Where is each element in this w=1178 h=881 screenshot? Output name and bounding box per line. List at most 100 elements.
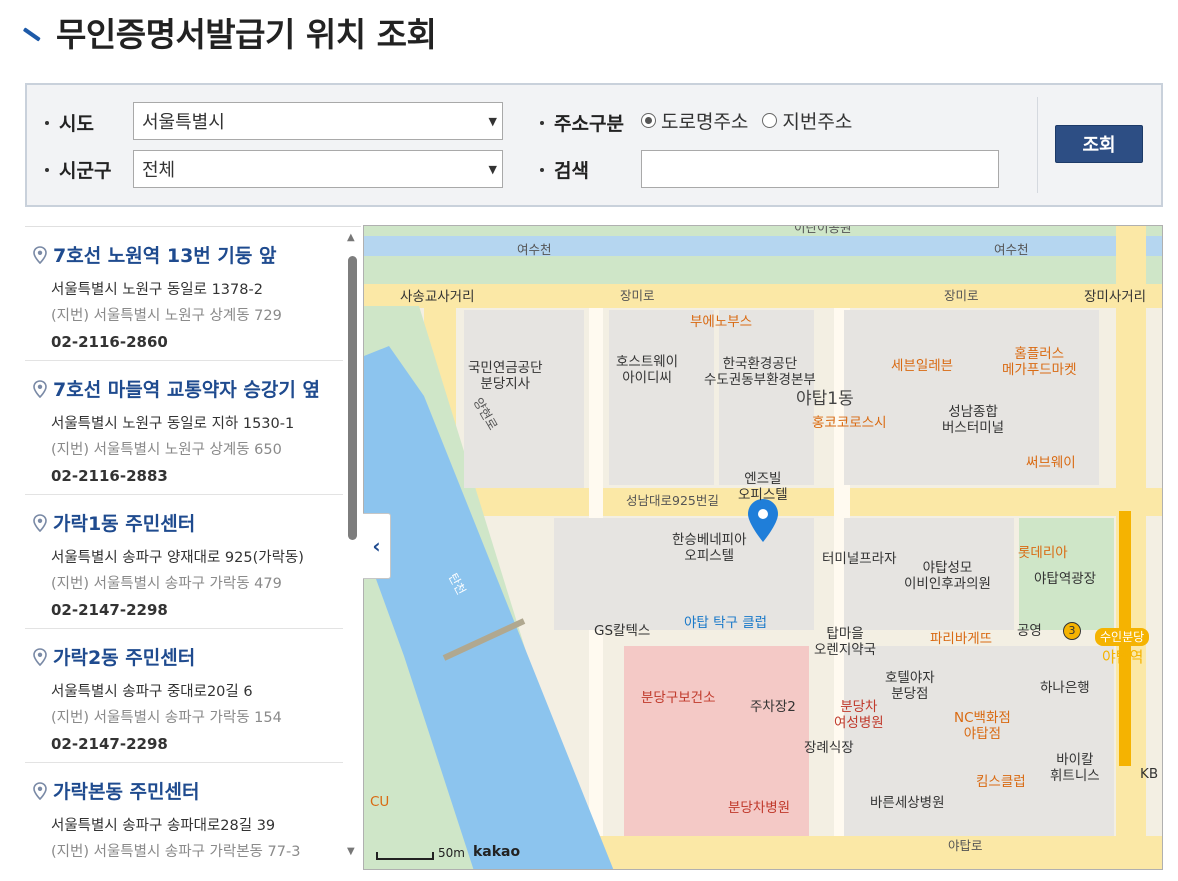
map-label: NC백화점 야탑점 xyxy=(954,710,1011,742)
item-jibun-address: (지번) 서울특별시 송파구 가락동 154 xyxy=(51,710,282,726)
map-label: 부에노부스 xyxy=(690,314,753,330)
search-input[interactable] xyxy=(641,150,999,188)
map-label: 공영 xyxy=(1017,623,1042,639)
map-label: 호텔야자 분당점 xyxy=(885,670,935,702)
map-label: 킴스클럽 xyxy=(976,774,1026,790)
sigungu-label: 시군구 xyxy=(45,156,111,183)
results-list: 7호선 노원역 13번 기둥 앞 서울특별시 노원구 동일로 1378-2 (지… xyxy=(25,226,361,869)
map-label: 수인분당 xyxy=(1095,628,1150,646)
location-pin-icon xyxy=(33,647,47,666)
location-pin-icon xyxy=(33,245,47,264)
map-label: 롯데리아 xyxy=(1018,545,1068,561)
line3-badge: 3 xyxy=(1063,622,1081,640)
dropdown-arrow-icon: ▼ xyxy=(488,115,497,128)
map-label: 바른세상병원 xyxy=(870,795,945,811)
page-header: 무인증명서발급기 위치 조회 xyxy=(24,8,437,56)
location-pin-icon xyxy=(33,379,47,398)
keyword-label: 검색 xyxy=(540,156,589,183)
item-title[interactable]: 가락본동 주민센터 xyxy=(33,777,343,804)
results-scrollbar[interactable]: ▲ ▼ xyxy=(345,232,359,862)
map-label: 국민연금공단 분당지사 xyxy=(468,360,543,392)
map-label: 여수천 xyxy=(517,242,552,257)
map-label: 야탑로 xyxy=(948,838,983,853)
map-label: 세븐일레븐 xyxy=(891,358,954,374)
map-label: 여수천 xyxy=(994,242,1029,257)
addr-type-label: 주소구분 xyxy=(540,109,624,136)
dropdown-arrow-icon: ▼ xyxy=(488,163,497,176)
item-road-address: 서울특별시 노원구 동일로 1378-2 xyxy=(51,282,263,298)
item-phone: 02-2147-2298 xyxy=(51,601,168,619)
item-jibun-address: (지번) 서울특별시 노원구 상계동 650 xyxy=(51,442,282,458)
list-item[interactable]: 7호선 노원역 13번 기둥 앞 서울특별시 노원구 동일로 1378-2 (지… xyxy=(25,227,343,361)
map-label: 이란이공원 xyxy=(794,225,852,235)
map-label: 야탑 탁구 클럽 xyxy=(684,615,768,631)
item-jibun-address: (지번) 서울특별시 노원구 상계동 729 xyxy=(51,308,282,324)
scale-label: 50m xyxy=(438,846,465,860)
map-label: 써브웨이 xyxy=(1026,455,1076,471)
map-label: 홍코코로스시 xyxy=(812,415,887,431)
map-label: 엔즈빌 오피스텔 xyxy=(738,471,788,503)
map-label: 야탑1동 xyxy=(796,389,854,409)
item-road-address: 서울특별시 송파구 송파대로28길 39 xyxy=(51,818,276,834)
sigungu-select[interactable]: 전체 ▼ xyxy=(133,150,503,188)
search-form: 시도 서울특별시 ▼ 시군구 전체 ▼ 주소구분 도로명주소 지번주소 검색 조회 xyxy=(25,83,1163,207)
map-label: 바이칼 휘트니스 xyxy=(1050,752,1100,784)
item-jibun-address: (지번) 서울특별시 송파구 가락동 479 xyxy=(51,576,282,592)
map-label: 야탑역 xyxy=(1102,648,1144,666)
list-item[interactable]: 7호선 마들역 교통약자 승강기 옆 서울특별시 노원구 동일로 지하 1530… xyxy=(25,361,343,495)
location-pin-icon xyxy=(33,513,47,532)
map-label: 홈플러스 메가푸드마켓 xyxy=(1002,346,1077,378)
sido-label: 시도 xyxy=(45,109,94,136)
item-title[interactable]: 가락1동 주민센터 xyxy=(33,509,343,536)
map-label: 야탑성모 이비인후과의원 xyxy=(904,560,991,592)
map-label: 장례식장 xyxy=(804,740,854,756)
map-label: 분당차 여성병원 xyxy=(834,699,884,731)
page-title: 무인증명서발급기 위치 조회 xyxy=(56,15,437,54)
item-phone: 02-2116-2883 xyxy=(51,467,168,485)
addr-type-radio-group: 도로명주소 지번주소 xyxy=(641,107,866,134)
scale-bar xyxy=(376,852,434,860)
list-item[interactable]: 가락2동 주민센터 서울특별시 송파구 중대로20길 6 (지번) 서울특별시 … xyxy=(25,629,343,763)
title-accent-icon xyxy=(24,25,42,39)
map-label: 주차장2 xyxy=(750,699,796,715)
radio-road-address[interactable]: 도로명주소 xyxy=(641,107,748,134)
item-title[interactable]: 가락2동 주민센터 xyxy=(33,643,343,670)
map-label: CU xyxy=(370,794,390,810)
map-view[interactable]: 여수천 여수천 이란이공원 사송교사거리 장미로 장미로 장미사거리 국민연금공… xyxy=(363,225,1163,870)
collapse-list-button[interactable]: ‹ xyxy=(363,513,391,579)
map-label: 분당차병원 xyxy=(728,800,791,816)
map-label: 파리바게뜨 xyxy=(930,631,993,647)
map-label: 성남대로925번길 xyxy=(626,493,719,508)
map-label: 탑마을 오렌지약국 xyxy=(814,626,877,658)
scroll-up-arrow-icon[interactable]: ▲ xyxy=(347,232,355,243)
list-item[interactable]: 가락1동 주민센터 서울특별시 송파구 양재대로 925(가락동) (지번) 서… xyxy=(25,495,343,629)
item-road-address: 서울특별시 송파구 중대로20길 6 xyxy=(51,684,253,700)
item-road-address: 서울특별시 송파구 양재대로 925(가락동) xyxy=(51,550,304,566)
scroll-thumb[interactable] xyxy=(348,256,357,540)
map-label: 하나은행 xyxy=(1040,680,1090,696)
map-label: 사송교사거리 xyxy=(400,289,475,305)
map-label: 야탑역광장 xyxy=(1034,571,1097,587)
chevron-left-icon: ‹ xyxy=(372,534,381,558)
map-brand: kakao xyxy=(472,844,521,860)
map-label: 성남종합 버스터미널 xyxy=(942,404,1005,436)
map-label: 터미널프라자 xyxy=(822,551,897,567)
map-label: KB xyxy=(1140,766,1159,782)
radio-selected-icon xyxy=(641,113,656,128)
form-divider xyxy=(1037,97,1038,193)
map-label: 분당구보건소 xyxy=(641,690,716,706)
location-pin-icon xyxy=(33,781,47,800)
item-road-address: 서울특별시 노원구 동일로 지하 1530-1 xyxy=(51,416,295,432)
map-label: 한국환경공단 수도권동부환경본부 xyxy=(704,356,816,388)
sido-select[interactable]: 서울특별시 ▼ xyxy=(133,102,503,140)
list-item[interactable]: 가락본동 주민센터 서울특별시 송파구 송파대로28길 39 (지번) 서울특별… xyxy=(25,763,343,869)
scroll-down-arrow-icon[interactable]: ▼ xyxy=(347,846,355,857)
search-button[interactable]: 조회 xyxy=(1055,125,1143,163)
map-label: 장미로 xyxy=(620,288,655,303)
item-title[interactable]: 7호선 노원역 13번 기둥 앞 xyxy=(33,241,343,268)
item-phone: 02-2116-2860 xyxy=(51,333,168,351)
item-title[interactable]: 7호선 마들역 교통약자 승강기 옆 xyxy=(33,375,343,402)
radio-jibun-address[interactable]: 지번주소 xyxy=(762,107,852,134)
map-label: 한승베네피아 오피스텔 xyxy=(672,532,747,564)
item-phone: 02-2147-2298 xyxy=(51,735,168,753)
